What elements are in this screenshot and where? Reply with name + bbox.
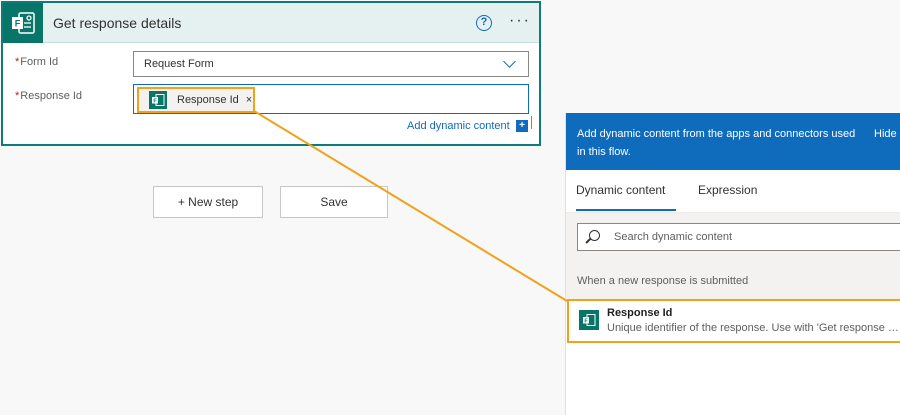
forms-icon: F (149, 91, 167, 109)
panel-tabs: Dynamic content Expression (566, 170, 900, 213)
tab-dynamic-content[interactable]: Dynamic content (576, 183, 665, 197)
search-input[interactable]: Search dynamic content (577, 223, 900, 251)
forms-icon: F (3, 2, 43, 43)
token-label: Response Id (177, 94, 239, 106)
action-card-get-response-details: F Get response details ? ··· *Form Id Re… (1, 1, 541, 146)
form-id-value: Request Form (144, 58, 214, 70)
panel-header: Add dynamic content from the apps and co… (566, 113, 900, 170)
group-header: When a new response is submitted (566, 263, 900, 299)
panel-description: Add dynamic content from the apps and co… (577, 128, 856, 158)
save-button[interactable]: Save (280, 186, 388, 218)
search-placeholder: Search dynamic content (614, 231, 733, 243)
add-dynamic-content-icon[interactable]: + (516, 120, 528, 132)
forms-icon: F (579, 310, 599, 330)
form-id-label: *Form Id (15, 56, 59, 68)
response-id-token[interactable]: F Response Id × (137, 87, 255, 113)
new-step-button[interactable]: + New step (153, 186, 263, 218)
item-description: Unique identifier of the response. Use w… (607, 322, 899, 334)
form-id-select[interactable]: Request Form (133, 51, 529, 77)
help-icon[interactable]: ? (476, 15, 492, 31)
chevron-down-icon[interactable] (503, 55, 516, 68)
item-title: Response Id (607, 307, 673, 319)
dynamic-item-response-id[interactable]: F Response Id Unique identifier of the r… (567, 299, 900, 343)
search-area: Search dynamic content (566, 213, 900, 263)
required-mark: * (15, 90, 20, 102)
card-title: Get response details (53, 14, 182, 31)
card-header[interactable]: F Get response details ? ··· (3, 2, 539, 43)
required-mark: * (15, 56, 20, 68)
tab-expression[interactable]: Expression (698, 183, 757, 197)
close-icon[interactable]: × (246, 94, 252, 106)
hide-panel-link[interactable]: Hide (874, 125, 897, 143)
active-tab-indicator (576, 209, 676, 211)
add-dynamic-content-link[interactable]: Add dynamic content (407, 120, 510, 132)
response-id-label: *Response Id (15, 90, 83, 102)
divider (531, 116, 532, 129)
svg-text:F: F (15, 18, 21, 28)
dynamic-content-panel: Add dynamic content from the apps and co… (565, 113, 900, 415)
more-options-icon[interactable]: ··· (509, 13, 531, 29)
response-id-input[interactable]: F Response Id × (133, 84, 529, 114)
search-icon (589, 230, 600, 241)
